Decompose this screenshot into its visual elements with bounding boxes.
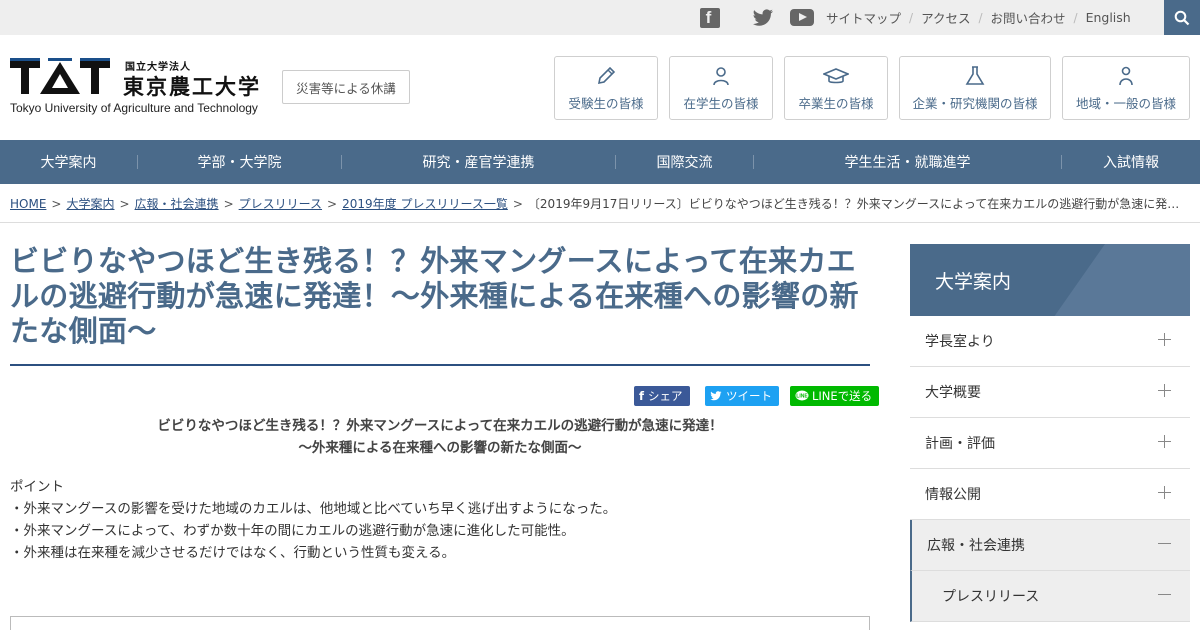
breadcrumb: HOME > 大学案内 > 広報・社会連携 > プレスリリース >2019年度 プレスリリース… <box>10 197 1180 211</box>
plus-icon[interactable] <box>1158 486 1172 500</box>
youtube-icon[interactable] <box>790 9 830 26</box>
plus-icon[interactable] <box>1158 435 1172 449</box>
twitter-icon[interactable] <box>752 8 774 27</box>
plus-icon[interactable] <box>1158 333 1172 347</box>
sidebar-item-overview[interactable]: 大学概要 <box>910 367 1190 418</box>
decorative-stripe <box>1020 244 1190 316</box>
access-link[interactable]: アクセス <box>921 8 970 27</box>
nav-faculties[interactable]: 学部・大学院 <box>138 140 341 184</box>
separator: / <box>978 10 983 25</box>
sitemap-link[interactable]: サイトマップ <box>826 8 901 27</box>
audience-prospective-students[interactable]: 受験生の皆様 <box>554 56 658 120</box>
breadcrumb-home[interactable]: HOME <box>10 197 46 211</box>
global-nav: 大学案内 学部・大学院 研究・産官学連携 国際交流 学生生活・就職進学 入試情報 <box>0 140 1200 184</box>
sidebar-item-label: 計画・評価 <box>925 436 995 452</box>
contact-link[interactable]: お問い合わせ <box>991 8 1066 27</box>
breadcrumb-press[interactable]: プレスリリース <box>239 197 322 211</box>
sidebar-item-press-release[interactable]: プレスリリース <box>910 571 1190 622</box>
svg-text:LINE: LINE <box>796 394 808 400</box>
nav-admissions[interactable]: 入試情報 <box>1062 140 1200 184</box>
separator: / <box>909 10 914 25</box>
flask-icon <box>965 66 985 85</box>
breadcrumb-divider <box>0 222 1200 223</box>
share-label: ツイート <box>726 389 772 403</box>
facebook-icon: f <box>639 389 645 403</box>
points-heading: ポイント <box>10 479 64 495</box>
search-icon <box>1174 10 1190 25</box>
sidebar-item-disclosure[interactable]: 情報公開 <box>910 469 1190 520</box>
facebook-share-button[interactable]: f シェア <box>634 386 690 406</box>
sidebar-item-pr[interactable]: 広報・社会連携 <box>910 520 1190 571</box>
content-box <box>10 616 870 630</box>
search-button[interactable] <box>1164 0 1200 35</box>
point-item: ・外来マングースによって、わずか数十年の間にカエルの逃避行動が急速に進化した可能… <box>10 523 575 539</box>
plus-icon[interactable] <box>1158 384 1172 398</box>
sidebar-heading-text: 大学案内 <box>935 271 1012 293</box>
article-subtitle-1: ビビりなやつほど生き残る！？外来マングースによって在来カエルの逃避行動が急速に発… <box>157 418 723 434</box>
separator: / <box>1073 10 1078 25</box>
university-logo[interactable]: 国立大学法人 東京農工大学 Tokyo University of Agricu… <box>10 58 266 118</box>
sidebar-item-label: 学長室より <box>925 334 995 350</box>
tat-logo-mark <box>10 58 110 94</box>
audience-label: 地域・一般の皆様 <box>1075 96 1176 111</box>
sidebar-heading: 大学案内 <box>910 244 1190 316</box>
people-icon <box>1119 66 1133 86</box>
audience-label: 在学生の皆様 <box>683 96 759 111</box>
audience-label: 卒業生の皆様 <box>798 96 874 111</box>
pencil-icon <box>597 66 616 85</box>
audience-companies[interactable]: 企業・研究機関の皆様 <box>899 56 1051 120</box>
point-item: ・外来種は在来種を減少させるだけではなく、行動という性質も変える。 <box>10 545 456 561</box>
share-label: シェア <box>648 389 683 403</box>
title-underline <box>10 364 870 366</box>
nav-research[interactable]: 研究・産官学連携 <box>342 140 615 184</box>
line-icon: LINE <box>795 390 809 401</box>
logo-en-name: Tokyo University of Agriculture and Tech… <box>10 101 258 115</box>
logo-ja-name: 東京農工大学 <box>123 75 261 99</box>
page-title: ビビりなやつほど生き残る！？外来マングースによって在来カエルの逃避行動が急速に発… <box>10 244 859 348</box>
disaster-cancellation-button[interactable]: 災害等による休講 <box>282 70 410 104</box>
facebook-icon[interactable]: f <box>700 7 736 28</box>
english-link[interactable]: English <box>1086 10 1131 25</box>
audience-label: 受験生の皆様 <box>568 96 644 111</box>
share-label: LINEで送る <box>812 389 873 403</box>
breadcrumb-current: 〔2019年9月17日リリース〕ビビりなやつほど生き残る！？外来マングースによっ… <box>527 197 1180 211</box>
article-subtitle-2: ～外来種による在来種への影響の新たな側面～ <box>298 440 582 456</box>
breadcrumb-about[interactable]: 大学案内 <box>66 197 114 211</box>
sidebar-item-label: 大学概要 <box>925 385 981 401</box>
sidebar-item-label: 情報公開 <box>925 487 981 503</box>
sidebar-item-label: 広報・社会連携 <box>927 538 1025 554</box>
line-share-button[interactable]: LINE LINEで送る <box>790 386 880 406</box>
nav-international[interactable]: 国際交流 <box>616 140 753 184</box>
breadcrumb-2019-list[interactable]: 2019年度 プレスリリース一覧 <box>342 197 508 211</box>
social-links: f <box>700 0 846 35</box>
audience-community[interactable]: 地域・一般の皆様 <box>1062 56 1190 120</box>
twitter-share-button[interactable]: ツイート <box>705 386 779 406</box>
sidebar-item-label: プレスリリース <box>942 589 1040 605</box>
minus-icon[interactable] <box>1158 537 1172 551</box>
sidebar-item-planning[interactable]: 計画・評価 <box>910 418 1190 469</box>
nav-student-life[interactable]: 学生生活・就職進学 <box>754 140 1061 184</box>
audience-alumni[interactable]: 卒業生の皆様 <box>784 56 888 120</box>
sidebar-item-president[interactable]: 学長室より <box>910 316 1190 367</box>
audience-current-students[interactable]: 在学生の皆様 <box>669 56 773 120</box>
breadcrumb-pr[interactable]: 広報・社会連携 <box>135 197 219 211</box>
person-icon <box>713 67 729 86</box>
audience-label: 企業・研究機関の皆様 <box>912 96 1038 111</box>
nav-about[interactable]: 大学案内 <box>0 140 137 184</box>
minus-icon[interactable] <box>1158 588 1172 602</box>
twitter-icon <box>710 391 722 401</box>
graduation-cap-icon <box>823 68 849 84</box>
utility-links: サイトマップ / アクセス / お問い合わせ / English <box>826 0 1131 35</box>
utility-bar: f サイトマップ / アクセス / お問い合わせ / English <box>0 0 1200 35</box>
point-item: ・外来マングースの影響を受けた地域のカエルは、他地域と比べていち早く逃げ出すよう… <box>10 501 617 517</box>
